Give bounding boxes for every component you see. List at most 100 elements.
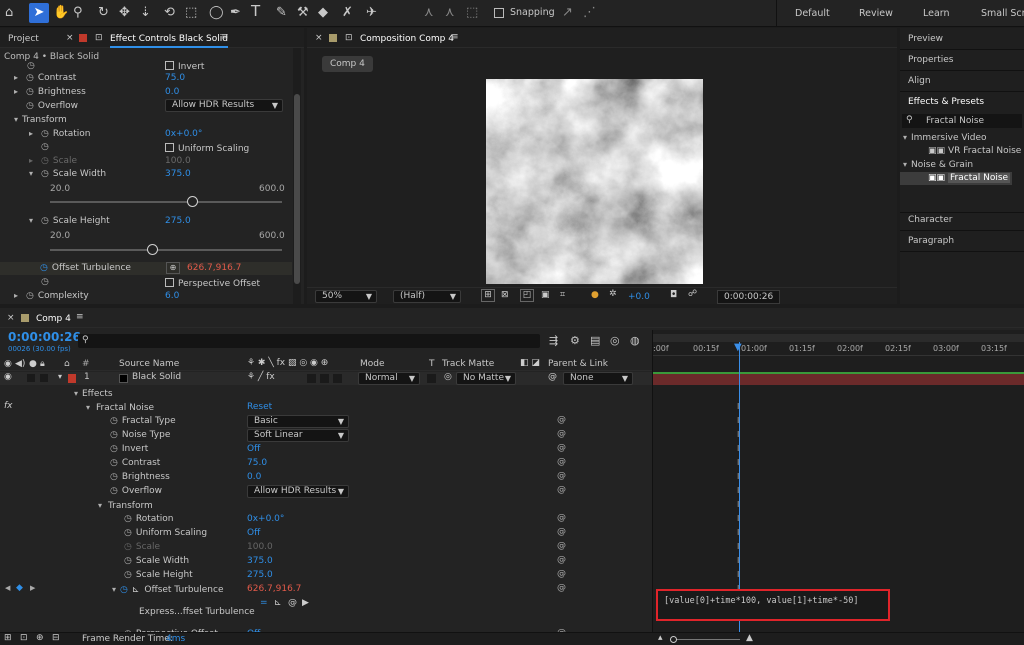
- invert-checkbox-row[interactable]: Invert: [165, 61, 204, 72]
- align-panel-header[interactable]: Align: [908, 76, 931, 86]
- eraser-tool-icon[interactable]: ◆: [318, 6, 328, 19]
- shy-layers-icon[interactable]: ▤: [590, 335, 600, 346]
- complexity-value[interactable]: 6.0: [165, 291, 179, 301]
- pickwhip-icon[interactable]: @: [557, 443, 566, 453]
- pickwhip-icon[interactable]: @: [557, 527, 566, 537]
- uniform-scaling-checkbox-row[interactable]: Uniform Scaling: [165, 143, 249, 154]
- pickwhip-icon[interactable]: @: [557, 457, 566, 467]
- in-out-toggle-icon[interactable]: ⊕: [36, 633, 44, 643]
- tab-composition[interactable]: Composition Comp 4: [360, 34, 454, 44]
- switch-box[interactable]: [307, 374, 316, 383]
- switch-box[interactable]: [427, 374, 436, 383]
- character-panel-header[interactable]: Character: [908, 215, 952, 225]
- layer-search-input[interactable]: ⚲: [78, 334, 540, 348]
- stopwatch-icon[interactable]: ◷: [26, 101, 34, 111]
- hand-tool-icon[interactable]: ✋: [53, 6, 69, 19]
- pickwhip-icon[interactable]: @: [557, 569, 566, 579]
- motion-blur-icon[interactable]: ◍: [630, 335, 640, 346]
- category-noise-grain[interactable]: ▾ Noise & Grain: [903, 160, 973, 170]
- stopwatch-icon[interactable]: ◷: [110, 486, 118, 496]
- paragraph-panel-header[interactable]: Paragraph: [908, 236, 954, 246]
- perspective-offset-checkbox-row[interactable]: Perspective Offset: [165, 278, 260, 289]
- slider-thumb[interactable]: [186, 196, 198, 207]
- stopwatch-icon[interactable]: ◷: [124, 570, 132, 580]
- work-area-bar[interactable]: [653, 334, 1024, 342]
- ellipse-tool-icon[interactable]: ◯: [209, 6, 224, 19]
- panel-menu-icon[interactable]: ≡: [76, 312, 84, 322]
- contrast-value[interactable]: 75.0: [247, 457, 267, 470]
- comp-breadcrumb-button[interactable]: Comp 4: [322, 56, 373, 72]
- close-icon[interactable]: ×: [315, 33, 323, 43]
- stopwatch-icon[interactable]: ◷: [26, 73, 34, 83]
- stopwatch-icon[interactable]: ◷: [124, 514, 132, 524]
- stopwatch-icon[interactable]: ◷: [110, 430, 118, 440]
- anchor-tool-icon[interactable]: ⬚: [185, 6, 197, 19]
- stopwatch-icon[interactable]: ◷: [41, 277, 49, 287]
- close-icon[interactable]: ×: [66, 33, 74, 43]
- type-tool-icon[interactable]: T: [251, 4, 260, 19]
- slider-thumb[interactable]: [670, 636, 677, 643]
- offset-turbulence-value[interactable]: 626.7,916.7: [187, 263, 241, 273]
- transparency-grid-icon[interactable]: ⊠: [501, 290, 509, 300]
- effect-vr-fractal-noise[interactable]: ▣▣ VR Fractal Noise: [928, 146, 1021, 156]
- scale-height-slider[interactable]: [50, 244, 282, 255]
- crosshair-icon[interactable]: ⊕: [166, 262, 180, 274]
- brightness-value[interactable]: 0.0: [165, 87, 179, 97]
- keyframe-nav-left-icon[interactable]: ◀: [5, 584, 10, 592]
- overflow-dropdown[interactable]: Allow HDR Results ▼: [165, 99, 283, 112]
- brightness-value[interactable]: 0.0: [247, 471, 261, 484]
- audio-icon[interactable]: ◀): [15, 359, 25, 369]
- zoom-dropdown[interactable]: 50% ▼: [315, 290, 377, 303]
- layer-name[interactable]: Black Solid: [132, 372, 181, 382]
- stopwatch-icon[interactable]: ◷: [26, 291, 34, 301]
- scrollbar[interactable]: [293, 48, 301, 304]
- current-time-display[interactable]: 0:00:00:26: [8, 330, 81, 344]
- orbit-tool-icon[interactable]: ↻: [98, 6, 109, 19]
- zoom-tool-icon[interactable]: ⚲: [73, 6, 83, 19]
- stopwatch-icon[interactable]: ◷: [41, 169, 49, 179]
- frame-blending-icon[interactable]: ◎: [610, 335, 620, 346]
- scale-height-value[interactable]: 275.0: [165, 216, 191, 226]
- close-icon[interactable]: ×: [7, 313, 15, 323]
- stopwatch-icon[interactable]: ◷: [110, 458, 118, 468]
- stopwatch-icon[interactable]: ◷: [110, 472, 118, 482]
- home-icon[interactable]: ⌂: [5, 6, 13, 19]
- grid-guides-icon[interactable]: ⌗: [560, 290, 565, 300]
- keyframe-nav-right-icon[interactable]: ▶: [30, 584, 35, 592]
- eye-icon[interactable]: ◉: [4, 359, 12, 369]
- workspace-default[interactable]: Default: [795, 8, 830, 19]
- stopwatch-icon[interactable]: ◷: [41, 129, 49, 139]
- stopwatch-icon[interactable]: ◷: [124, 528, 132, 538]
- pickwhip-icon[interactable]: @: [548, 372, 557, 382]
- expression-menu-icon[interactable]: ▶: [302, 598, 309, 608]
- tab-timeline-comp[interactable]: Comp 4: [36, 314, 71, 324]
- switch-box[interactable]: [333, 374, 342, 383]
- zoom-in-icon[interactable]: ▲: [746, 633, 753, 643]
- label-tag-icon[interactable]: ⌂: [64, 359, 70, 369]
- fractal-type-dropdown[interactable]: Basic ▼: [247, 415, 349, 428]
- scale-width-slider[interactable]: [50, 196, 282, 207]
- invert-value[interactable]: Off: [247, 443, 260, 456]
- noise-type-dropdown[interactable]: Soft Linear ▼: [247, 429, 349, 442]
- fractal-noise-row[interactable]: ▾ Fractal Noise: [86, 401, 154, 414]
- time-ruler[interactable]: :00f 00:15f 01:00f 01:15f 02:00f 02:15f …: [653, 342, 1024, 356]
- snap-features-icon[interactable]: ⋰: [583, 6, 596, 19]
- workspace-learn[interactable]: Learn: [923, 8, 950, 19]
- exposure-value[interactable]: +0.0: [628, 292, 650, 302]
- panel-menu-icon[interactable]: ≡: [451, 32, 459, 42]
- pickwhip-icon[interactable]: @: [557, 541, 566, 551]
- contrast-value[interactable]: 75.0: [165, 73, 185, 83]
- stopwatch-icon[interactable]: ◷: [110, 416, 118, 426]
- show-snapshot-icon[interactable]: ☍: [688, 289, 697, 299]
- graph-icon[interactable]: ⊾: [132, 585, 140, 595]
- zoom-out-icon[interactable]: ▴: [658, 633, 663, 643]
- snapshot-camera-icon[interactable]: ◘: [670, 290, 677, 300]
- switch-box[interactable]: [40, 374, 48, 382]
- draft-3d-icon[interactable]: ⚙: [570, 335, 580, 346]
- tab-effect-controls[interactable]: Effect Controls Black Solid: [110, 34, 228, 48]
- rotate-tool-icon[interactable]: ⟲: [164, 6, 175, 19]
- overflow-dropdown[interactable]: Allow HDR Results ▼: [247, 485, 349, 498]
- axis-world-icon[interactable]: ⋏: [445, 6, 455, 19]
- snapping-checkbox[interactable]: [494, 8, 504, 18]
- timeline-graph[interactable]: :00f 00:15f 01:00f 01:15f 02:00f 02:15f …: [652, 330, 1024, 632]
